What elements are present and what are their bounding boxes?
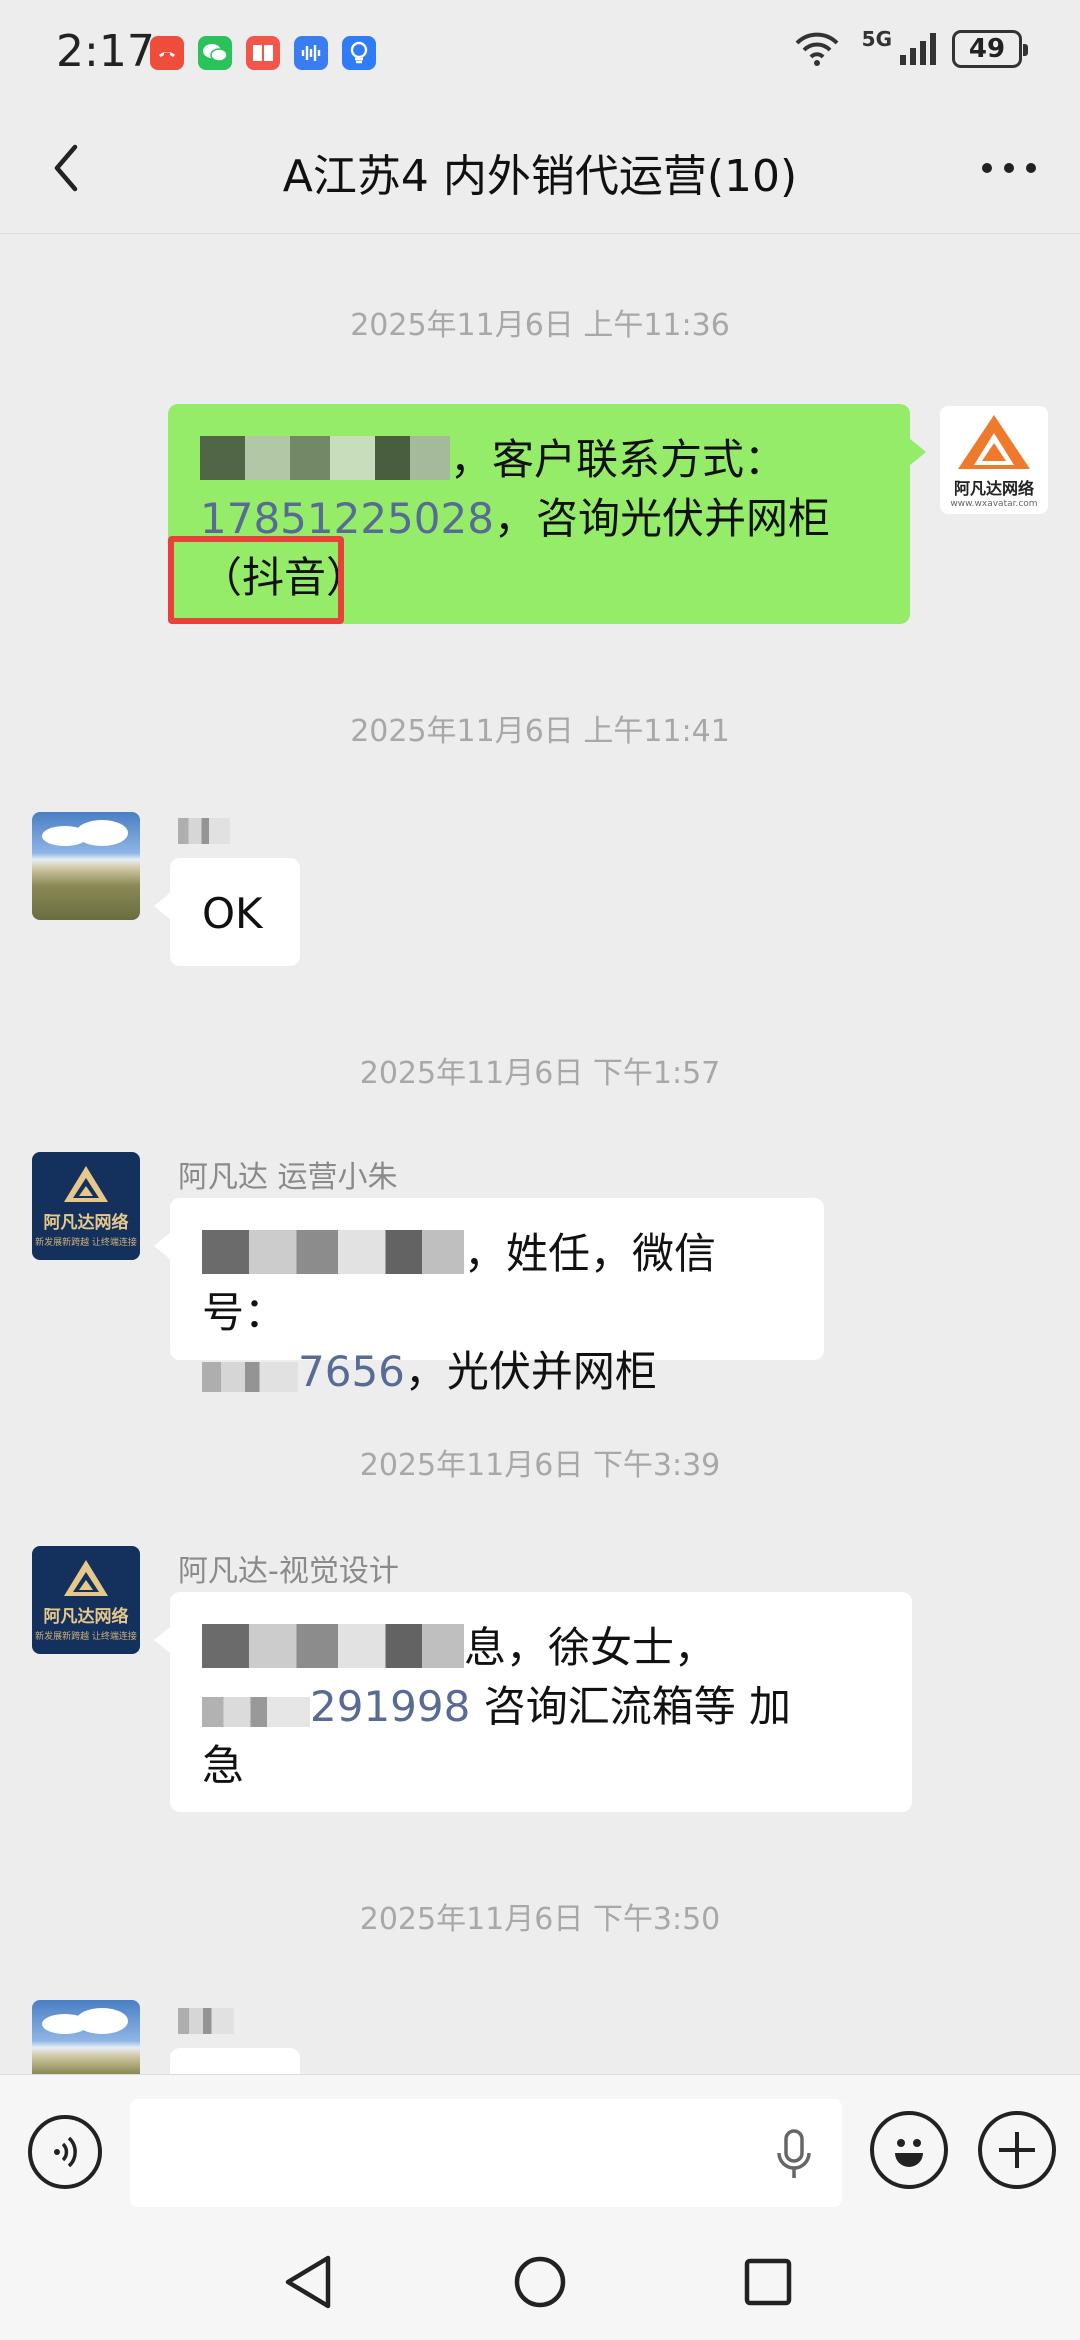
system-nav-bar [0,2228,1080,2340]
lightbulb-icon [342,36,376,70]
redacted-text [178,2007,234,2034]
battery-indicator: 49 [952,30,1028,68]
brand-name: 阿凡达网络 [43,1213,129,1233]
avatar[interactable]: 阿凡达网络 新发展新跨越 让终端连接 [32,1152,140,1260]
microphone-icon[interactable] [768,2125,820,2185]
voice-input-button[interactable] [28,2115,102,2189]
redacted-text [202,1624,464,1668]
more-functions-button[interactable] [978,2111,1056,2189]
status-bar: 2:17 5G 49 [0,0,1080,108]
status-time: 2:17 [56,26,155,77]
redacted-text [202,1697,310,1727]
redacted-text [202,1362,298,1392]
brand-logo-icon [64,1560,108,1596]
avatar[interactable]: 阿凡达网络 www.wxavatar.com [940,406,1048,514]
emoji-button[interactable] [870,2111,948,2189]
circle-home-icon [514,2256,566,2308]
wifi-icon [795,32,839,66]
triangle-back-icon [285,2255,331,2309]
wechat-icon [198,36,232,70]
message-text: ，光伏并网柜 [404,1347,657,1396]
more-dots-icon [982,163,1036,173]
back-button[interactable] [36,138,96,198]
message-timestamp: 2025年11月6日 下午3:39 [359,1448,721,1483]
message-bubble-received[interactable]: 息，徐女士， 291998 咨询汇流箱等 加 急 [154,1592,912,1812]
plus-icon [999,2132,1035,2168]
brand-name: 阿凡达网络 [953,479,1034,498]
chevron-left-icon [54,144,78,192]
status-indicators: 5G 49 [794,27,1028,68]
message-list[interactable]: 2025年11月6日 上午11:36 阿凡达网络 www.wxavatar.co… [0,234,1080,2074]
message-timestamp: 2025年11月6日 上午11:36 [350,308,730,343]
cloud-shape [76,2008,128,2034]
brand-tagline: 新发展新跨越 让终端连接 [35,1238,137,1248]
message-text: OK [202,889,263,938]
message-line: ，姓任，微信号： [202,1224,794,1342]
message-text: ，客户联系方式： [450,435,787,484]
message-line: 7656，光伏并网柜 [202,1342,794,1401]
message-timestamp: 2025年11月6日 下午1:57 [359,1056,721,1091]
message-line: 息，徐女士， [202,1618,882,1677]
message-bubble-received[interactable]: ，姓任，微信号： 7656，光伏并网柜 [154,1198,824,1396]
message-text: 急 [202,1741,245,1790]
message-timestamp: 2025年11月6日 下午3:50 [359,1902,721,1937]
brand-tagline: 新发展新跨越 让终端连接 [35,1632,137,1642]
input-bar [0,2074,1080,2228]
message-input[interactable] [130,2099,842,2207]
missed-call-icon [150,36,184,70]
chat-header: A江苏4 内外销代运营(10) [0,108,1080,234]
message-text: ，咨询光伏并网柜 [493,494,830,543]
redacted-text [202,1230,464,1274]
sender-name [178,2002,238,2036]
brand-logo-icon [958,415,1030,469]
highlight-annotation [168,536,344,624]
book-icon [246,36,280,70]
avatar[interactable] [32,2000,140,2074]
avatar[interactable] [32,812,140,920]
message-line: 急 [202,1736,882,1795]
nav-home-button[interactable] [508,2250,572,2314]
network-type: 5G [861,27,892,51]
brand-name: 阿凡达网络 [43,1607,129,1627]
sender-name [178,812,234,846]
avatar[interactable]: 阿凡达网络 新发展新跨越 让终端连接 [32,1546,140,1654]
cloud-shape [76,820,128,846]
redacted-text [178,817,230,844]
message-text: 咨询汇流箱等 加 [470,1682,792,1731]
message-line: 291998 咨询汇流箱等 加 [202,1677,882,1736]
signal-icon [900,33,936,65]
chat-screen: 2:17 5G 49 A江苏4 内外销代运营(10) 2025年11月6日 上午… [0,0,1080,2340]
sender-name: 阿凡达-视觉设计 [178,1554,399,1589]
voice-wave-icon [54,2136,77,2168]
chat-title: A江苏4 内外销代运营(10) [282,151,798,202]
voice-recorder-icon [294,36,328,70]
smiley-icon [895,2139,923,2167]
notification-icons [150,36,376,70]
redacted-text [200,436,450,480]
message-line: ，客户联系方式： [200,430,880,489]
phone-number-link[interactable]: 7656 [298,1347,405,1396]
message-text: 息，徐女士， [464,1623,717,1672]
nav-back-button[interactable] [276,2250,340,2314]
message-timestamp: 2025年11月6日 上午11:41 [350,714,730,749]
phone-number-link[interactable]: 291998 [310,1682,470,1731]
message-bubble-received[interactable] [170,2048,300,2074]
brand-site: www.wxavatar.com [950,499,1038,509]
message-bubble-received[interactable]: OK [154,858,300,966]
sender-name: 阿凡达 运营小朱 [178,1160,398,1195]
square-recents-icon [744,2258,792,2306]
brand-logo-icon [64,1166,108,1202]
nav-recents-button[interactable] [736,2250,800,2314]
more-options-button[interactable] [974,138,1044,198]
